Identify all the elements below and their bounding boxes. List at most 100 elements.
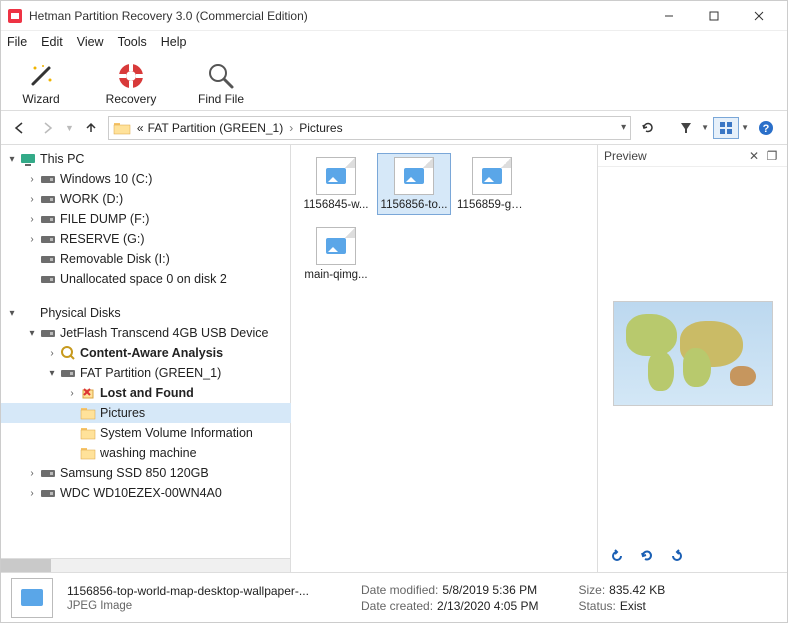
navigation-row: ▼ « FAT Partition (GREEN_1) › Pictures ▾… <box>1 111 787 145</box>
address-dropdown[interactable]: ▾ <box>621 122 626 133</box>
filter-dropdown[interactable]: ▼ <box>701 123 709 132</box>
tree-pictures[interactable]: Pictures <box>1 403 291 423</box>
breadcrumb-sep: › <box>285 121 297 135</box>
grid-icon <box>719 121 733 135</box>
svg-text:?: ? <box>763 123 770 135</box>
window-title: Hetman Partition Recovery 3.0 (Commercia… <box>29 9 646 23</box>
view-mode-button[interactable] <box>713 117 739 139</box>
image-file-icon <box>316 157 356 195</box>
tree-removable[interactable]: Removable Disk (I:) <box>1 249 291 269</box>
menu-edit[interactable]: Edit <box>41 35 63 49</box>
menu-file[interactable]: File <box>7 35 27 49</box>
wand-icon <box>27 62 55 90</box>
funnel-icon <box>679 121 693 135</box>
maximize-button[interactable] <box>691 2 736 30</box>
tree-wdc[interactable]: ›WDC WD10EZEX-00WN4A0 <box>1 483 291 503</box>
rotate-left-button[interactable] <box>608 547 626 565</box>
breadcrumb-prefix: « <box>135 121 146 135</box>
status-filetype: JPEG Image <box>67 600 347 612</box>
tree-washing[interactable]: washing machine <box>1 443 291 463</box>
content-area: 1156845-w... 1156856-to... 1156859-go...… <box>291 145 787 572</box>
lifebuoy-icon <box>117 62 145 90</box>
preview-panel: Preview ✕ ❐ <box>597 145 787 572</box>
wizard-label: Wizard <box>22 92 59 106</box>
tree-work[interactable]: ›WORK (D:) <box>1 189 291 209</box>
tree-unallocated[interactable]: Unallocated space 0 on disk 2 <box>1 269 291 289</box>
tree-filedump[interactable]: ›FILE DUMP (F:) <box>1 209 291 229</box>
history-dropdown[interactable]: ▼ <box>65 123 74 133</box>
forward-button[interactable] <box>37 117 59 139</box>
view-dropdown[interactable]: ▼ <box>741 123 749 132</box>
preview-controls <box>598 540 787 572</box>
tree-svi[interactable]: System Volume Information <box>1 423 291 443</box>
menu-view[interactable]: View <box>77 35 104 49</box>
date-created-label: Date created: <box>361 599 433 613</box>
menubar: File Edit View Tools Help <box>1 31 787 53</box>
toolbar: Wizard Recovery Find File <box>1 53 787 111</box>
file-grid[interactable]: 1156845-w... 1156856-to... 1156859-go...… <box>291 145 597 572</box>
minimize-button[interactable] <box>646 2 691 30</box>
preview-title: Preview <box>604 149 745 163</box>
tree-physical-disks[interactable]: ▾Physical Disks <box>1 303 291 323</box>
rotate-right-button[interactable] <box>668 547 686 565</box>
file-label: main-qimg... <box>301 269 371 281</box>
image-file-icon <box>472 157 512 195</box>
preview-image <box>613 301 773 406</box>
folder-icon <box>113 120 131 136</box>
up-button[interactable] <box>80 117 102 139</box>
size-label: Size: <box>578 583 605 597</box>
refresh-preview-button[interactable] <box>638 547 656 565</box>
date-modified-value: 5/8/2019 5:36 PM <box>442 583 537 597</box>
date-created-value: 2/13/2020 4:05 PM <box>437 599 538 613</box>
breadcrumb-folder[interactable]: Pictures <box>297 121 344 135</box>
help-icon: ? <box>758 120 774 136</box>
back-button[interactable] <box>9 117 31 139</box>
tree-samsung[interactable]: ›Samsung SSD 850 120GB <box>1 463 291 483</box>
file-item[interactable]: 1156859-go... <box>455 153 529 215</box>
file-item-selected[interactable]: 1156856-to... <box>377 153 451 215</box>
tree-lost-found[interactable]: ›Lost and Found <box>1 383 291 403</box>
findfile-button[interactable]: Find File <box>191 62 251 106</box>
tree-thispc[interactable]: ▾This PC <box>1 149 291 169</box>
tree-reserve[interactable]: ›RESERVE (G:) <box>1 229 291 249</box>
file-item[interactable]: main-qimg... <box>299 223 373 285</box>
image-file-icon <box>316 227 356 265</box>
titlebar: Hetman Partition Recovery 3.0 (Commercia… <box>1 1 787 31</box>
status-label: Status: <box>578 599 615 613</box>
image-file-icon <box>394 157 434 195</box>
date-modified-label: Date modified: <box>361 583 438 597</box>
file-item[interactable]: 1156845-w... <box>299 153 373 215</box>
close-button[interactable] <box>736 2 781 30</box>
status-filename: 1156856-top-world-map-desktop-wallpaper-… <box>67 584 347 598</box>
recovery-button[interactable]: Recovery <box>101 62 161 106</box>
magnifier-icon <box>207 62 235 90</box>
refresh-button[interactable] <box>637 117 659 139</box>
status-thumb-icon <box>11 578 53 618</box>
menu-tools[interactable]: Tools <box>118 35 147 49</box>
tree-content-aware[interactable]: ›Content-Aware Analysis <box>1 343 291 363</box>
file-label: 1156845-w... <box>301 199 371 211</box>
wizard-button[interactable]: Wizard <box>11 62 71 106</box>
preview-body <box>598 167 787 540</box>
status-value: Exist <box>620 599 646 613</box>
file-label: 1156859-go... <box>457 199 527 211</box>
tree-panel[interactable]: ▾This PC ›Windows 10 (C:) ›WORK (D:) ›FI… <box>1 145 291 558</box>
file-label: 1156856-to... <box>379 199 449 211</box>
recovery-label: Recovery <box>106 92 157 106</box>
preview-close-button[interactable]: ✕ <box>745 149 763 163</box>
status-bar: 1156856-top-world-map-desktop-wallpaper-… <box>1 572 787 622</box>
main-area: ▾This PC ›Windows 10 (C:) ›WORK (D:) ›FI… <box>1 145 787 572</box>
tree-fat-partition[interactable]: ▾FAT Partition (GREEN_1) <box>1 363 291 383</box>
filter-button[interactable] <box>673 117 699 139</box>
tree-jetflash[interactable]: ▾JetFlash Transcend 4GB USB Device <box>1 323 291 343</box>
size-value: 835.42 KB <box>609 583 665 597</box>
help-button[interactable]: ? <box>753 117 779 139</box>
address-bar[interactable]: « FAT Partition (GREEN_1) › Pictures ▾ <box>108 116 631 140</box>
findfile-label: Find File <box>198 92 244 106</box>
tree-horizontal-scrollbar[interactable] <box>1 558 290 572</box>
breadcrumb-partition[interactable]: FAT Partition (GREEN_1) <box>146 121 286 135</box>
tree-win10[interactable]: ›Windows 10 (C:) <box>1 169 291 189</box>
preview-popout-button[interactable]: ❐ <box>763 149 781 163</box>
menu-help[interactable]: Help <box>161 35 187 49</box>
app-icon <box>7 8 23 24</box>
